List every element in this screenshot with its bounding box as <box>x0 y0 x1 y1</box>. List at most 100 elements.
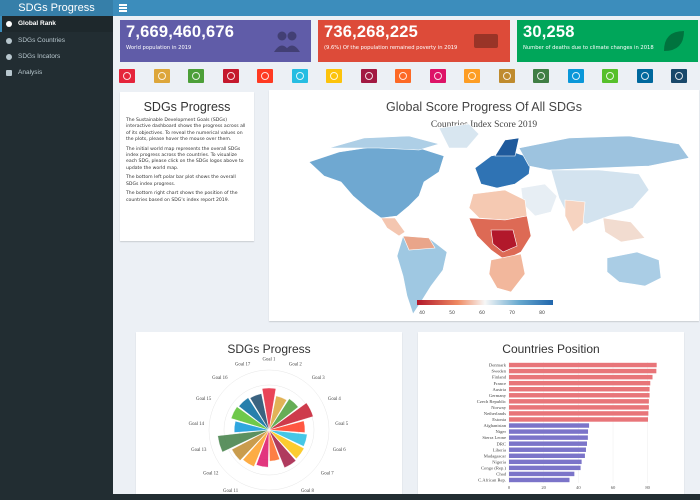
country-bar[interactable] <box>509 441 587 446</box>
sidebar: Global Rank SDGs Countries SDGs Incators… <box>0 16 113 500</box>
country-bar[interactable] <box>509 429 589 434</box>
sdg-goal-icon <box>261 72 269 80</box>
sdg-4-logo[interactable] <box>222 69 239 83</box>
country-label: Austria <box>492 387 506 392</box>
country-bar[interactable] <box>509 387 650 392</box>
country-bar[interactable] <box>509 380 651 386</box>
sdg-goal-icon <box>606 72 614 80</box>
polar-axis-label: Goal 2 <box>289 362 303 367</box>
sidebar-item-label: SDGs Countries <box>18 37 65 44</box>
polar-axis-label: Goal 12 <box>203 471 219 476</box>
country-bar[interactable] <box>509 435 588 440</box>
info-paragraph: The Sustainable Development Goals (SDGs)… <box>126 118 246 142</box>
sdg-logo-strip <box>113 66 700 88</box>
country-bar[interactable] <box>509 405 649 410</box>
polar-axis-label: Goal 7 <box>321 471 335 476</box>
country-bar[interactable] <box>509 374 653 380</box>
sdg-2-logo[interactable] <box>153 69 170 83</box>
sdg-8-logo[interactable] <box>360 69 377 83</box>
sdg-7-logo[interactable] <box>326 69 342 83</box>
sidebar-item-sdgs-countries[interactable]: SDGs Countries <box>0 33 113 49</box>
sdg-goal-icon <box>330 72 338 80</box>
map-region-scandinavia[interactable] <box>494 137 520 157</box>
map-region-russia[interactable] <box>518 135 690 171</box>
country-bar[interactable] <box>509 417 649 422</box>
menu-toggle-icon[interactable] <box>119 4 127 12</box>
sdg-5-logo[interactable] <box>257 69 273 83</box>
map-region-europe[interactable] <box>474 151 532 189</box>
sidebar-item-global-rank[interactable]: Global Rank <box>0 16 113 32</box>
map-region-india[interactable] <box>564 199 586 233</box>
leaf-icon <box>664 31 684 51</box>
sidebar-item-analysis[interactable]: Analysis <box>0 65 113 81</box>
population-value: 7,669,460,676 <box>126 23 235 41</box>
sdg-goal-icon <box>364 72 373 80</box>
country-label: Liberia <box>493 447 506 452</box>
sdg-goal-icon <box>157 72 166 80</box>
map-region-north-america[interactable] <box>308 145 445 219</box>
map-region-central-america[interactable] <box>380 217 406 237</box>
x-tick-label: 40 <box>576 485 581 490</box>
country-label: Norway <box>491 405 507 410</box>
sdg-16-logo[interactable] <box>636 69 653 83</box>
colorbar-tick-label: 80 <box>539 310 545 316</box>
sdg-15-logo[interactable] <box>602 69 618 83</box>
sdg-goal-icon <box>192 72 200 80</box>
x-tick-label: 60 <box>611 485 616 490</box>
country-bar[interactable] <box>509 368 657 374</box>
sdg-goal-icon <box>537 72 545 80</box>
users-icon <box>274 31 300 52</box>
country-bar[interactable] <box>509 477 570 483</box>
country-bar[interactable] <box>509 393 650 398</box>
countries-bar-chart[interactable]: 0 20 40 60 80 DenmarkSwedenFinlandFranceAustr… <box>418 332 684 494</box>
polar-chart-panel: SDGs Progress Goal 1 Goal 2 Goal 3 Goal 4 Go… <box>136 332 402 494</box>
country-bar[interactable] <box>509 362 657 368</box>
map-region-north-africa[interactable] <box>468 189 528 221</box>
map-region-south-america-north[interactable] <box>402 235 436 251</box>
country-bar[interactable] <box>509 471 575 477</box>
sdg-14-logo[interactable] <box>567 69 584 83</box>
country-bar[interactable] <box>509 447 586 452</box>
x-tick-label: 0 <box>508 485 511 490</box>
map-region-southern-africa[interactable] <box>488 253 526 293</box>
map-region-greenland[interactable] <box>438 123 480 149</box>
country-label: Germany <box>489 393 507 398</box>
sdg-3-logo[interactable] <box>188 69 204 83</box>
colorbar-tick-label: 40 <box>419 310 425 316</box>
polar-axis-label: Goal 17 <box>235 362 251 367</box>
country-bar[interactable] <box>509 411 649 416</box>
sdg-10-logo[interactable] <box>429 69 446 83</box>
sdg-17-logo[interactable] <box>671 69 687 83</box>
sdg-12-logo[interactable] <box>498 69 515 83</box>
app-title: SDGs Progress <box>0 0 113 16</box>
poverty-label: (9.6%) Of the population remained povert… <box>324 45 458 51</box>
country-bar[interactable] <box>509 459 582 465</box>
sdg-6-logo[interactable] <box>291 69 308 83</box>
country-label: C.African Rep. <box>478 478 506 483</box>
colorbar-tick-label: 70 <box>509 310 515 316</box>
globe-icon <box>6 54 12 60</box>
world-map[interactable]: 40 50 60 70 80 <box>269 90 699 321</box>
country-bar[interactable] <box>509 453 585 458</box>
map-region-canada-north[interactable] <box>328 135 441 151</box>
money-icon <box>474 34 498 48</box>
map-region-australia[interactable] <box>606 251 662 287</box>
country-bar[interactable] <box>509 423 590 428</box>
sidebar-item-sdgs-incators[interactable]: SDGs Incators <box>0 49 113 65</box>
climate-deaths-value: 30,258 <box>523 23 575 41</box>
country-label: France <box>494 381 507 386</box>
country-bar[interactable] <box>509 399 649 404</box>
polar-bar-chart[interactable]: Goal 1 Goal 2 Goal 3 Goal 4 Goal 5 Goal 6 Goal… <box>136 332 402 494</box>
map-region-southeast-asia[interactable] <box>602 217 646 243</box>
sdg-goal-icon <box>468 72 476 80</box>
sdg-goal-icon <box>295 72 304 80</box>
country-bar[interactable] <box>509 465 581 471</box>
sdg-9-logo[interactable] <box>395 69 411 83</box>
polar-axis-label: Goal 3 <box>312 376 326 381</box>
sdg-1-logo[interactable] <box>119 69 135 83</box>
sidebar-item-label: Global Rank <box>18 20 56 27</box>
bottom-edge <box>113 494 700 500</box>
sdg-11-logo[interactable] <box>464 69 480 83</box>
country-label: Chad <box>496 472 506 477</box>
sdg-13-logo[interactable] <box>533 69 549 83</box>
